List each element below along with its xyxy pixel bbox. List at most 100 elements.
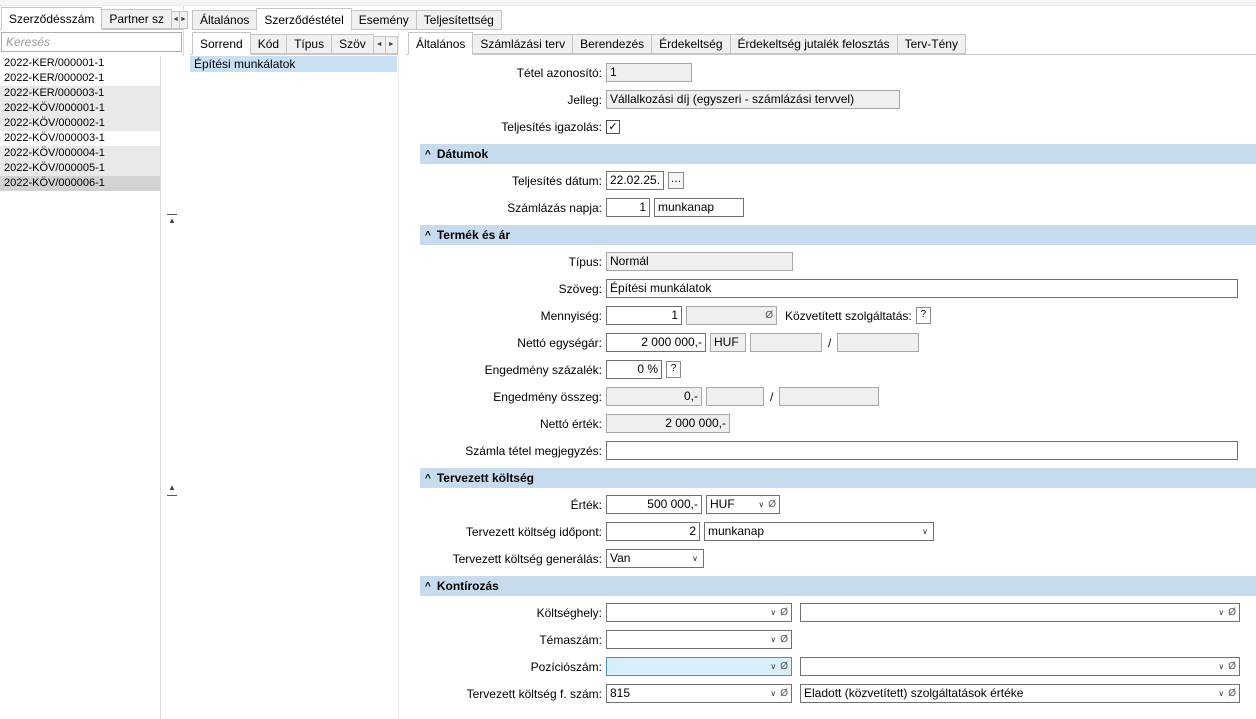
- jump-to-top-icon[interactable]: ▲: [164, 212, 180, 228]
- attachment-icon[interactable]: Ø: [779, 607, 789, 618]
- tab-detail-altalanos[interactable]: Általános: [408, 32, 473, 55]
- section-datumok[interactable]: ^ Dátumok: [420, 144, 1256, 164]
- chevron-down-icon[interactable]: ∨: [767, 635, 779, 644]
- position-number-combo[interactable]: ∨ Ø: [606, 657, 792, 676]
- tab-scroll-right-icon[interactable]: ►: [179, 11, 188, 29]
- tab-kod[interactable]: Kód: [250, 34, 287, 54]
- tab-scroll-right-icon[interactable]: ►: [385, 36, 398, 54]
- mediated-service-label: Közvetített szolgáltatás:: [785, 309, 912, 323]
- chevron-down-icon[interactable]: ∨: [767, 689, 779, 698]
- tab-erdekeltseg[interactable]: Érdekeltség: [651, 34, 730, 54]
- cost-center-combo[interactable]: ∨ Ø: [606, 603, 792, 622]
- contract-detail-region: Általános Szerződéstétel Esemény Teljesí…: [190, 6, 1256, 719]
- attachment-icon[interactable]: Ø: [779, 688, 789, 699]
- planned-cost-currency-combo[interactable]: HUF ∨ Ø: [706, 495, 780, 514]
- tab-teljesitettseg[interactable]: Teljesítettség: [416, 10, 502, 30]
- discount-amount-label: Engedmény összeg:: [406, 390, 602, 404]
- chevron-down-icon[interactable]: ∨: [919, 527, 931, 536]
- discount-percent-label: Engedmény százalék:: [406, 363, 602, 377]
- discount-percent-input[interactable]: 0 %: [606, 360, 662, 379]
- tab-altalanos[interactable]: Általános: [192, 10, 257, 30]
- contract-search-input[interactable]: [1, 32, 182, 52]
- chevron-down-icon[interactable]: ∨: [767, 608, 779, 617]
- cost-center-name-combo[interactable]: ∨ Ø: [800, 603, 1240, 622]
- nature-label: Jelleg:: [406, 93, 602, 107]
- chevron-down-icon[interactable]: ∨: [1215, 689, 1227, 698]
- tab-berendezes[interactable]: Berendezés: [572, 34, 652, 54]
- mediated-service-question-button[interactable]: ?: [916, 307, 931, 324]
- contract-list-panel: Szerződésszám Partner sz ◄ ► 2022-KER/00…: [0, 6, 184, 719]
- position-name-combo[interactable]: ∨ Ø: [800, 657, 1240, 676]
- contract-item-row-selected[interactable]: Építési munkálatok: [190, 56, 397, 72]
- topic-number-combo[interactable]: ∨ Ø: [606, 630, 792, 649]
- section-title: Kontírozás: [437, 579, 499, 593]
- tab-szamlazasi-terv[interactable]: Számlázási terv: [472, 34, 573, 54]
- fulfillment-cert-label: Teljesítés igazolás:: [406, 120, 602, 134]
- attachment-icon[interactable]: Ø: [767, 499, 777, 510]
- billing-day-input[interactable]: 1: [606, 198, 650, 217]
- discount-question-button[interactable]: ?: [666, 361, 681, 378]
- chevron-down-icon[interactable]: ∨: [767, 662, 779, 671]
- tab-szerzodestetel[interactable]: Szerződéstétel: [256, 8, 351, 31]
- contract-list-item[interactable]: 2022-KER/000003-1: [0, 86, 160, 101]
- tab-tipus[interactable]: Típus: [286, 34, 332, 54]
- attachment-icon[interactable]: Ø: [1227, 688, 1237, 699]
- contract-list-item[interactable]: 2022-KÖV/000003-1: [0, 131, 160, 146]
- type-field: Normál: [606, 252, 793, 271]
- billing-day-label: Számlázás napja:: [406, 201, 602, 215]
- section-tervezett-koltseg[interactable]: ^ Tervezett költség: [420, 468, 1256, 488]
- contract-list-item[interactable]: 2022-KÖV/000005-1: [0, 161, 160, 176]
- alt-unit-field: [837, 333, 919, 352]
- planned-cost-gl-name-combo[interactable]: Eladott (közvetített) szolgáltatások ért…: [800, 684, 1240, 703]
- planned-cost-generation-combo[interactable]: Van ∨: [606, 549, 704, 568]
- quantity-input[interactable]: 1: [606, 306, 682, 325]
- slash-separator: /: [828, 336, 831, 350]
- contract-list-scrollbar[interactable]: ▲ ▲: [161, 56, 184, 719]
- tab-erdekeltseg-jutalek[interactable]: Érdekeltség jutalék felosztás: [730, 34, 898, 54]
- net-unit-price-input[interactable]: 2 000 000,-: [606, 333, 706, 352]
- jump-to-bottom-icon[interactable]: ▲: [164, 482, 180, 498]
- attachment-icon[interactable]: Ø: [1227, 607, 1237, 618]
- discount-alt-unit-field: [779, 387, 879, 406]
- invoice-note-input[interactable]: [606, 441, 1238, 460]
- planned-cost-value-input[interactable]: 500 000,-: [606, 495, 702, 514]
- tab-partner[interactable]: Partner sz: [101, 9, 172, 29]
- tab-szerzodesszam[interactable]: Szerződésszám: [1, 7, 102, 30]
- planned-cost-gl-combo[interactable]: 815 ∨ Ø: [606, 684, 792, 703]
- contract-list-item[interactable]: 2022-KÖV/000002-1: [0, 116, 160, 131]
- collapse-icon: ^: [425, 149, 431, 160]
- date-picker-button[interactable]: …: [668, 172, 684, 189]
- billing-day-unit-input[interactable]: munkanap: [654, 198, 744, 217]
- planned-cost-time-unit-combo[interactable]: munkanap ∨: [704, 522, 934, 541]
- fulfillment-cert-checkbox[interactable]: ✓: [606, 120, 620, 134]
- contract-list-item-selected[interactable]: 2022-KÖV/000006-1: [0, 176, 160, 191]
- discount-amount-field: 0,-: [606, 387, 702, 406]
- section-kontirozas[interactable]: ^ Kontírozás: [420, 576, 1256, 596]
- attachment-icon[interactable]: Ø: [1227, 661, 1237, 672]
- contract-list-item[interactable]: 2022-KER/000002-1: [0, 71, 160, 86]
- tab-szoveg[interactable]: Szöv: [331, 34, 374, 54]
- attachment-icon[interactable]: Ø: [779, 634, 789, 645]
- fulfillment-date-input[interactable]: 22.02.25.: [606, 171, 664, 190]
- contract-list-item[interactable]: 2022-KÖV/000001-1: [0, 101, 160, 116]
- tab-terv-teny[interactable]: Terv-Tény: [897, 34, 966, 54]
- chevron-down-icon[interactable]: ∨: [1215, 662, 1227, 671]
- attachment-icon[interactable]: Ø: [779, 661, 789, 672]
- chevron-down-icon[interactable]: ∨: [1215, 608, 1227, 617]
- contract-list-item[interactable]: 2022-KÖV/000004-1: [0, 146, 160, 161]
- text-input[interactable]: Építési munkálatok: [606, 279, 1238, 298]
- tab-esemeny[interactable]: Esemény: [351, 10, 417, 30]
- slash-separator: /: [770, 390, 773, 404]
- contract-list-item[interactable]: 2022-KER/000001-1: [0, 56, 160, 71]
- planned-cost-time-input[interactable]: 2: [606, 522, 700, 541]
- attachment-icon[interactable]: Ø: [764, 307, 774, 324]
- topic-number-label: Témaszám:: [406, 633, 602, 647]
- tab-sorrend[interactable]: Sorrend: [192, 32, 251, 55]
- net-unit-price-label: Nettó egységár:: [406, 336, 602, 350]
- contract-list: 2022-KER/000001-1 2022-KER/000002-1 2022…: [0, 56, 161, 719]
- section-termek-es-ar[interactable]: ^ Termék és ár: [420, 225, 1256, 245]
- chevron-down-icon[interactable]: ∨: [689, 554, 701, 563]
- planned-cost-generation-label: Tervezett költség generálás:: [406, 552, 602, 566]
- chevron-down-icon[interactable]: ∨: [755, 500, 767, 509]
- item-sort-tabs: Sorrend Kód Típus Szöv ◄ ►: [190, 30, 398, 55]
